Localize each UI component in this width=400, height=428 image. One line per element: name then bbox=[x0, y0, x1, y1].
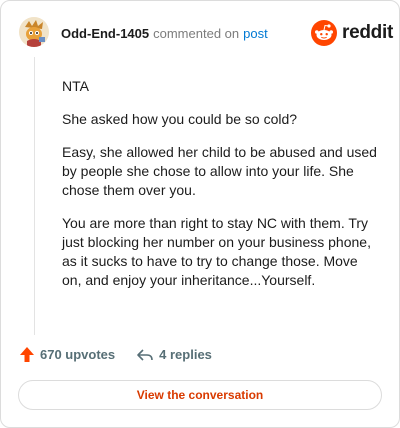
avatar[interactable] bbox=[19, 17, 49, 47]
comment-actions: 670 upvotes 4 replies bbox=[19, 346, 212, 363]
reddit-snoo-icon bbox=[311, 20, 337, 46]
upvote-button[interactable]: 670 upvotes bbox=[19, 346, 115, 363]
reply-button[interactable]: 4 replies bbox=[136, 347, 212, 362]
reddit-logo[interactable]: reddit bbox=[311, 20, 393, 46]
post-link[interactable]: post bbox=[243, 26, 268, 41]
upvote-arrow-icon bbox=[20, 347, 34, 362]
user-avatar-icon bbox=[19, 17, 49, 47]
comment-paragraph: Easy, she allowed her child to be abused… bbox=[62, 144, 377, 198]
embedded-comment-card: Odd-End-1405 commented on post reddit NTA … bbox=[0, 0, 400, 428]
comment-paragraph: She asked how you could be so cold? bbox=[62, 111, 298, 127]
username[interactable]: Odd-End-1405 bbox=[61, 26, 149, 41]
thread-line bbox=[34, 57, 35, 335]
upvote-count: 670 upvotes bbox=[40, 347, 116, 362]
reply-arrow-icon bbox=[137, 348, 153, 361]
reply-count: 4 replies bbox=[159, 347, 212, 362]
view-conversation-button[interactable]: View the conversation bbox=[18, 380, 382, 410]
reddit-wordmark: reddit bbox=[342, 22, 393, 43]
comment-paragraph: You are more than right to stay NC with … bbox=[62, 215, 371, 288]
comment-paragraph: NTA bbox=[62, 78, 89, 94]
commented-on-text: commented on bbox=[153, 26, 240, 41]
comment-header: Odd-End-1405 commented on post bbox=[61, 26, 268, 42]
comment-body: NTA She asked how you could be so cold? … bbox=[62, 77, 378, 304]
